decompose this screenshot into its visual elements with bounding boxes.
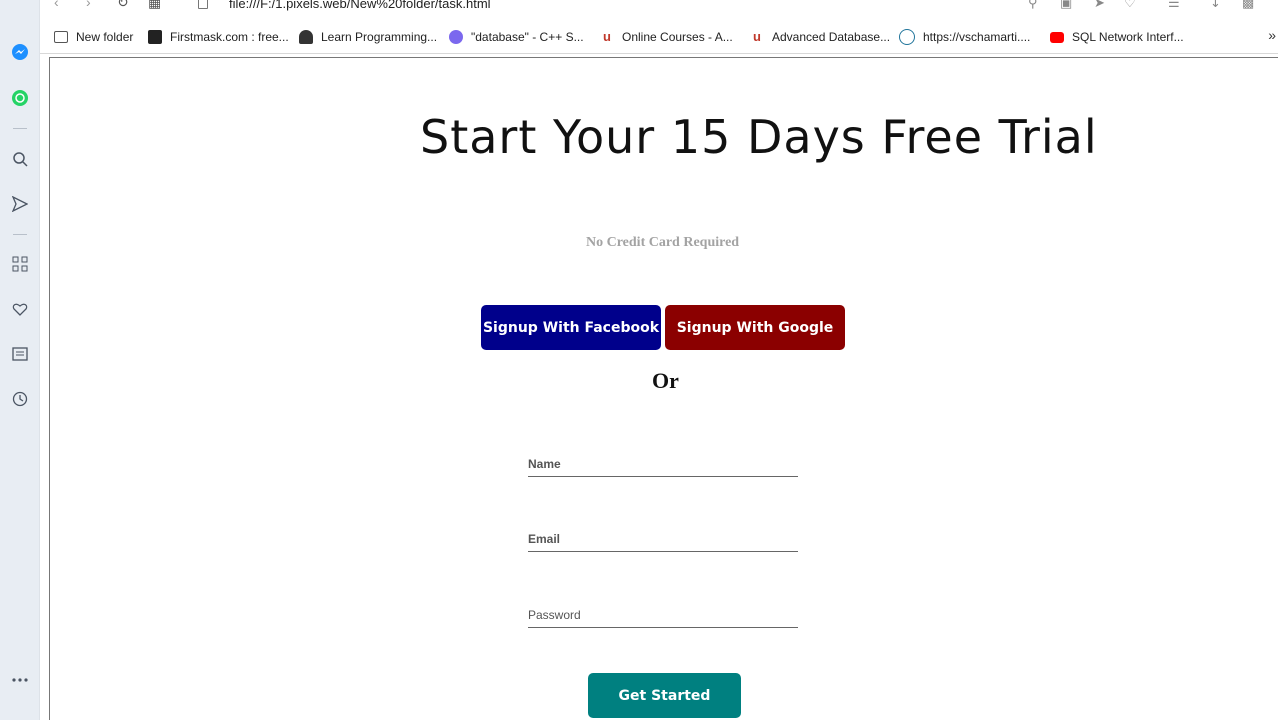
sidebar-divider <box>13 128 27 129</box>
snapshot-icon[interactable]: ▩ <box>1242 0 1254 11</box>
forward-icon[interactable]: › <box>86 0 91 10</box>
learn-programming-icon <box>299 30 313 44</box>
email-placeholder: Email <box>528 532 561 546</box>
wordpress-icon <box>899 29 915 45</box>
password-field[interactable]: Password <box>528 604 798 628</box>
page-content: Start Your 15 Days Free Trial No Credit … <box>49 57 1278 720</box>
bookmark-label: "database" - C++ S... <box>471 30 584 44</box>
search-page-icon[interactable]: ⚲ <box>1028 0 1038 11</box>
chevron-more-icon[interactable]: » <box>1268 27 1276 43</box>
name-field[interactable]: Name <box>528 453 798 477</box>
tabs-grid-icon[interactable]: ▦ <box>148 0 161 11</box>
extensions-icon[interactable]: ☰ <box>1168 0 1180 11</box>
download-icon[interactable]: ↧ <box>1210 0 1221 11</box>
camera-icon[interactable]: ▣ <box>1060 0 1072 11</box>
udemy-icon: u <box>603 29 611 44</box>
apps-grid-icon[interactable] <box>10 254 30 274</box>
bookmark-item[interactable]: u Online Courses - A... <box>600 28 733 46</box>
bookmark-item[interactable]: https://vschamarti.... <box>899 28 1030 46</box>
udemy-icon: u <box>753 29 761 44</box>
search-icon[interactable] <box>10 149 30 169</box>
news-icon[interactable] <box>10 344 30 364</box>
signup-google-button[interactable]: Signup With Google <box>665 305 845 350</box>
browser-toolbar: ‹ › ↻ ▦ file:///F:/1.pixels.web/New%20fo… <box>40 0 1278 20</box>
sidebar-divider <box>13 234 27 235</box>
reload-icon[interactable]: ↻ <box>117 0 129 11</box>
bookmark-label: Online Courses - A... <box>622 30 733 44</box>
password-placeholder: Password <box>528 608 581 622</box>
bookmark-label: Firstmask.com : free... <box>170 30 289 44</box>
send-icon[interactable] <box>10 194 30 214</box>
send-page-icon[interactable]: ➤ <box>1094 0 1105 11</box>
or-divider-text: Or <box>652 368 679 393</box>
page-subtitle: No Credit Card Required <box>586 235 740 250</box>
bookmark-item[interactable]: Learn Programming... <box>299 28 437 46</box>
messenger-icon[interactable] <box>10 42 30 62</box>
bookmark-item[interactable]: SQL Network Interf... <box>1050 28 1184 46</box>
bookmark-item[interactable]: u Advanced Database... <box>750 28 890 46</box>
heart-page-icon[interactable]: ♡ <box>1124 0 1136 11</box>
folder-icon <box>54 31 68 43</box>
more-icon[interactable] <box>10 670 30 690</box>
youtube-icon <box>1050 31 1064 43</box>
bookmark-label: Learn Programming... <box>321 30 438 44</box>
get-started-button[interactable]: Get Started <box>588 673 741 718</box>
page-icon <box>198 0 208 9</box>
firstmask-icon <box>148 30 162 44</box>
bookmark-label: SQL Network Interf... <box>1072 30 1184 44</box>
address-bar[interactable]: file:///F:/1.pixels.web/New%20folder/tas… <box>229 0 491 11</box>
page-title: Start Your 15 Days Free Trial <box>420 110 1098 164</box>
bookmark-item[interactable]: Firstmask.com : free... <box>148 28 289 46</box>
bookmark-item[interactable]: New folder <box>54 28 133 46</box>
signup-facebook-button[interactable]: Signup With Facebook <box>481 305 661 350</box>
bookmark-label: https://vschamarti.... <box>923 30 1031 44</box>
heart-icon[interactable] <box>10 299 30 319</box>
bookmark-item[interactable]: "database" - C++ S... <box>449 28 584 46</box>
bookmark-label: Advanced Database... <box>772 30 891 44</box>
browser-sidebar <box>0 0 40 720</box>
bookmark-label: New folder <box>76 30 134 44</box>
email-field[interactable]: Email <box>528 528 798 552</box>
history-clock-icon[interactable] <box>10 389 30 409</box>
back-icon[interactable]: ‹ <box>54 0 59 10</box>
cplusplus-icon <box>449 30 463 44</box>
name-placeholder: Name <box>528 457 561 471</box>
bookmarks-bar: New folder Firstmask.com : free... Learn… <box>40 20 1278 54</box>
whatsapp-icon[interactable] <box>10 88 30 108</box>
